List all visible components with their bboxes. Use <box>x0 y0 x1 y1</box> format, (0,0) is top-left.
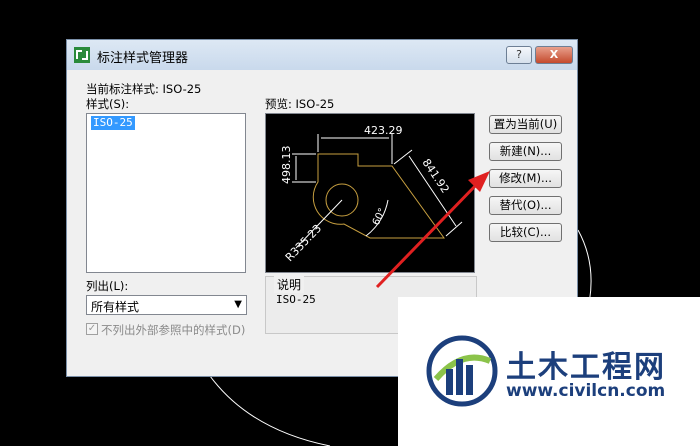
watermark-name: 土木工程网 <box>506 350 666 385</box>
watermark-url: www.civilcn.com <box>506 381 666 401</box>
watermark-panel: 土木工程网 www.civilcn.com <box>398 297 700 446</box>
civilcn-logo-icon <box>426 335 498 407</box>
